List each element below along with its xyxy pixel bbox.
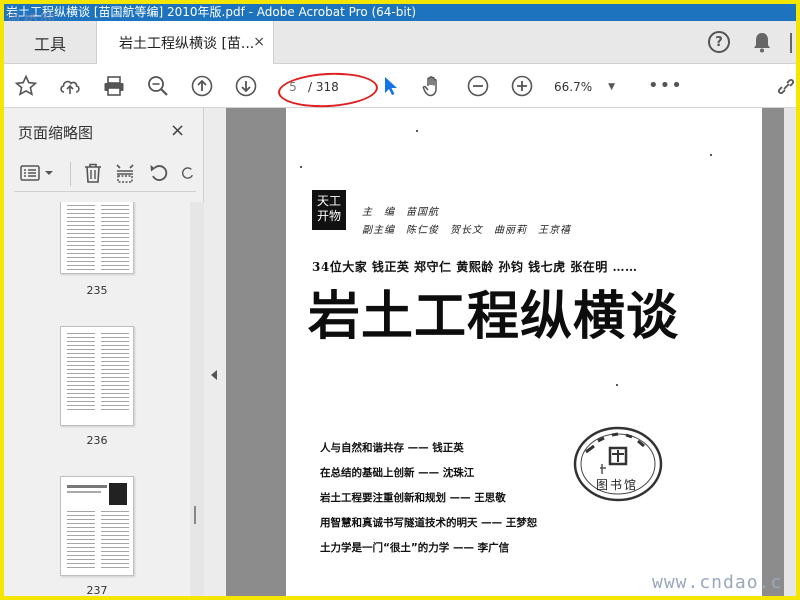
thumbnail-list: 235 236 237 <box>4 202 190 596</box>
extract-icon[interactable] <box>114 162 136 184</box>
window-title-bar: 岩土工程纵横谈 [苗国航等编] 2010年版.pdf - Adobe Acrob… <box>4 4 796 21</box>
contents-item: 土力学是一门“很土”的力学 —— 李广信 <box>320 542 510 554</box>
book-title: 岩土工程纵横谈 <box>308 286 680 347</box>
site-watermark-bottom: www.cndao.c <box>652 572 783 593</box>
upload-icon[interactable] <box>58 74 82 98</box>
close-icon[interactable]: × <box>170 120 185 141</box>
contents-item: 用智慧和真诚书写隧道技术的明天 —— 王梦恕 <box>320 517 538 529</box>
rotate-right-icon[interactable] <box>180 162 196 184</box>
zoom-in-icon[interactable] <box>510 74 534 98</box>
link-icon[interactable] <box>776 76 796 98</box>
thumbnails-toolbar <box>14 156 196 192</box>
thumbnail-page-number: 237 <box>86 584 108 596</box>
acrobat-window: 岩土工程纵横谈 [苗国航等编] 2010年版.pdf - Adobe Acrob… <box>4 4 796 596</box>
star-icon[interactable] <box>14 74 38 98</box>
scan-speck <box>710 154 712 156</box>
tab-bar-edge <box>790 33 796 53</box>
hand-icon[interactable] <box>420 74 444 98</box>
zoom-search-icon[interactable] <box>146 74 170 98</box>
select-cursor-icon[interactable] <box>378 74 402 98</box>
contents-item: 人与自然和谐共存 —— 钱正英 <box>320 442 464 454</box>
page-thumbnail[interactable] <box>60 202 134 274</box>
thumbnail-options-icon[interactable] <box>18 162 58 184</box>
zoom-out-icon[interactable] <box>466 74 490 98</box>
scan-speck <box>416 130 418 132</box>
delete-icon[interactable] <box>82 162 104 184</box>
document-scrollbar[interactable] <box>784 108 796 596</box>
library-stamp: 图书馆 <box>572 424 664 504</box>
print-icon[interactable] <box>102 74 126 98</box>
tab-tools-label: 工具 <box>33 34 66 54</box>
chevron-down-icon: ▼ <box>608 82 616 92</box>
thumbnail-scrollbar[interactable] <box>190 202 204 596</box>
page-up-icon[interactable] <box>190 74 214 98</box>
page-down-icon[interactable] <box>234 74 258 98</box>
window-title: 岩土工程纵横谈 [苗国航等编] 2010年版.pdf - Adobe Acrob… <box>6 5 417 19</box>
panel-collapse-strip[interactable] <box>204 108 226 596</box>
thumbnail-page-number: 236 <box>86 434 108 447</box>
zoom-value: 66.7% <box>554 80 593 94</box>
stamp-text: 图书馆 <box>596 478 639 492</box>
document-view: 天工开物 主 编 苗国航 副主编 陈仁俊 贺长文 曲丽莉 王京禧 34位大家 钱… <box>204 108 796 596</box>
tab-bar: 工具 岩土工程纵横谈 [苗... × ? <box>4 21 796 64</box>
tab-tools[interactable]: 工具 <box>4 21 96 64</box>
thumbnails-panel: 页面缩略图 × 235 236 237 <box>4 108 204 596</box>
panel-resize-handle[interactable] <box>194 506 196 524</box>
editor-line: 主 编 苗国航 <box>362 207 439 218</box>
tab-close-icon[interactable]: × <box>253 34 265 50</box>
contents-list: 人与自然和谐共存 —— 钱正英 在总结的基础上创新 —— 沈珠江 岩土工程要注重… <box>320 436 537 561</box>
page-thumbnail[interactable] <box>60 326 134 426</box>
contributors-line: 34位大家 钱正英 郑守仁 黄熙龄 孙钧 钱七虎 张在明 …… <box>312 260 638 274</box>
main-toolbar: 5 / 318 66.7% ▼ ••• <box>4 64 796 110</box>
associate-editors-line: 副主编 陈仁俊 贺长文 曲丽莉 王京禧 <box>362 225 571 236</box>
scan-speck <box>616 384 618 386</box>
bell-icon[interactable] <box>752 31 772 53</box>
thumbnail-page-number: 235 <box>86 284 108 297</box>
zoom-select[interactable]: 66.7% ▼ <box>554 76 622 98</box>
scan-speck <box>300 166 302 168</box>
pdf-page: 天工开物 主 编 苗国航 副主编 陈仁俊 贺长文 曲丽莉 王京禧 34位大家 钱… <box>286 108 762 596</box>
more-tools-icon[interactable]: ••• <box>648 76 683 96</box>
page-thumbnail[interactable] <box>60 476 134 576</box>
contents-item: 在总结的基础上创新 —— 沈珠江 <box>320 467 475 479</box>
thumbnails-panel-title: 页面缩略图 <box>18 124 94 142</box>
toolbar-divider <box>70 162 71 186</box>
help-icon[interactable]: ? <box>708 31 730 53</box>
tab-document[interactable]: 岩土工程纵横谈 [苗... × <box>96 21 274 64</box>
collapse-arrow-icon[interactable] <box>211 370 217 380</box>
rotate-left-icon[interactable] <box>148 162 170 184</box>
editors-block: 主 编 苗国航 副主编 陈仁俊 贺长文 曲丽莉 王京禧 <box>362 204 571 240</box>
publisher-seal: 天工开物 <box>312 190 346 230</box>
tab-document-label: 岩土工程纵横谈 [苗... <box>119 35 255 52</box>
contents-item: 岩土工程要注重创新和规划 —— 王思敬 <box>320 492 506 504</box>
